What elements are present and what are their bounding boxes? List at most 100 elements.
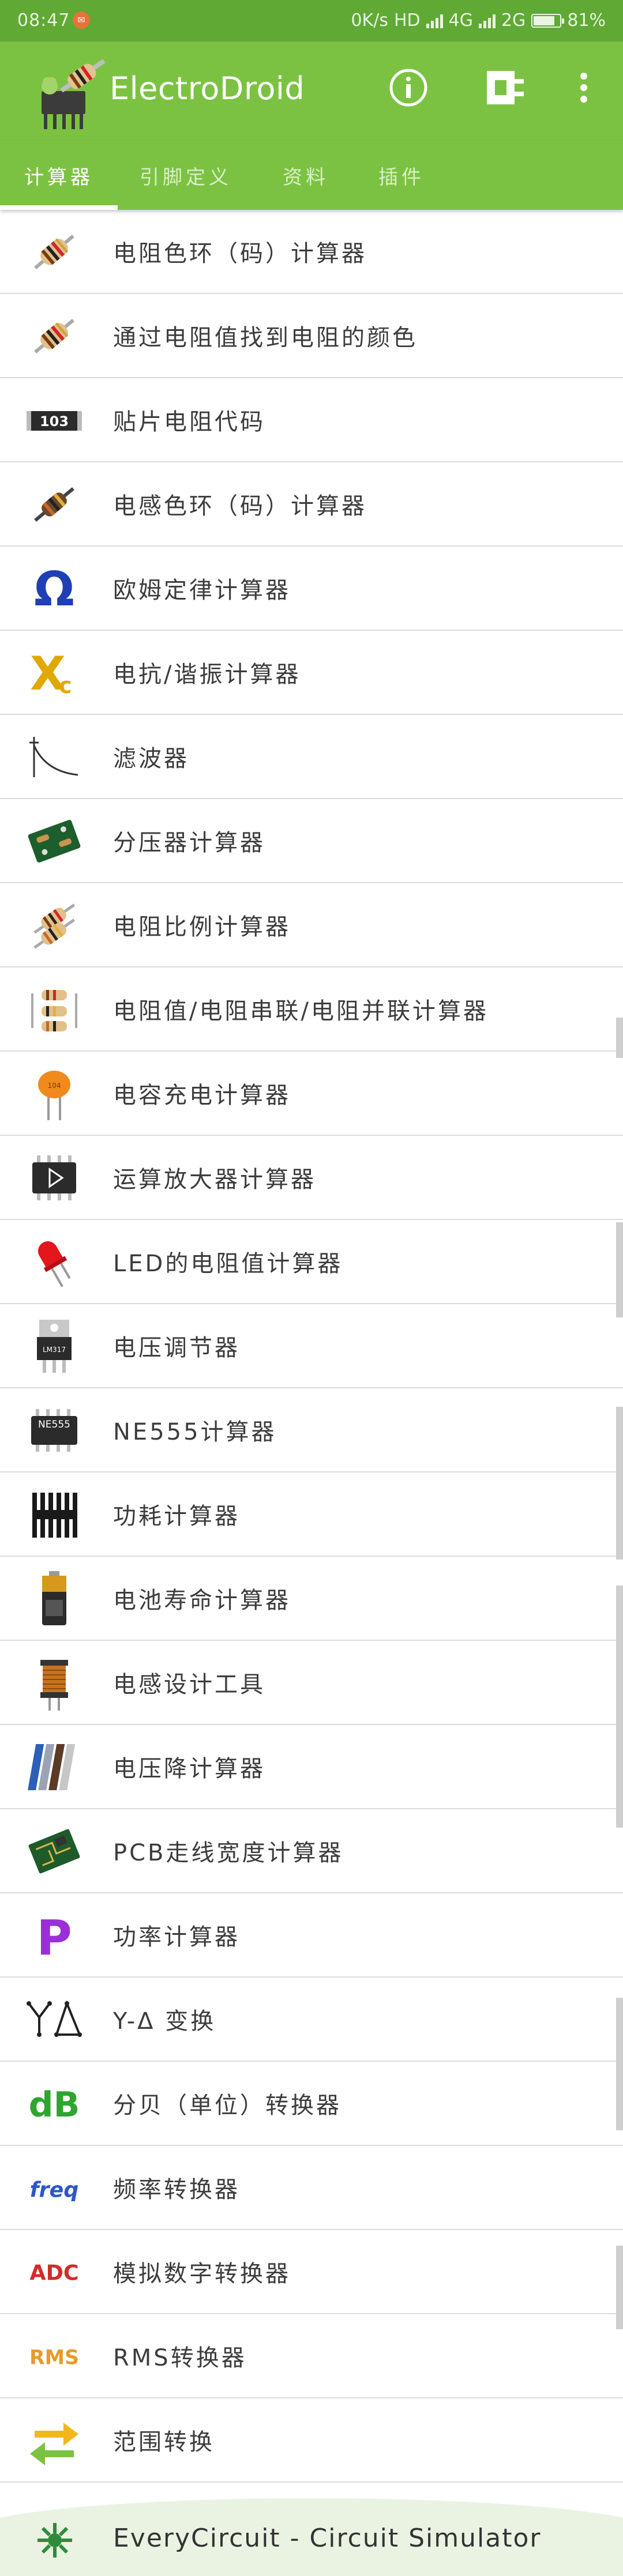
svg-text:c: c <box>59 673 72 698</box>
list-item[interactable]: 滤波器 <box>0 715 623 799</box>
list-item[interactable]: P 功率计算器 <box>0 1893 623 1978</box>
svg-text:dB: dB <box>29 2085 80 2125</box>
list-item[interactable]: 104 电容充电计算器 <box>0 1052 623 1136</box>
tab-indicator <box>0 205 118 210</box>
smd-resistor-icon: 103 <box>25 391 83 449</box>
list-item[interactable]: 分压器计算器 <box>0 799 623 883</box>
list-item-label: RMS转换器 <box>113 2345 247 2371</box>
list-item[interactable]: PCB走线宽度计算器 <box>0 1809 623 1893</box>
svg-text:RMS: RMS <box>29 2346 79 2369</box>
list-item[interactable]: 电阻比例计算器 <box>0 883 623 967</box>
status-right: 0K/s HD 4G 2G 81% <box>351 10 606 31</box>
svg-text:P: P <box>36 1910 72 1961</box>
list-item[interactable]: LED的电阻值计算器 <box>0 1220 623 1304</box>
tab-calculators[interactable]: 计算器 <box>0 141 118 210</box>
list-item-label: 模拟数字转换器 <box>113 2261 291 2287</box>
svg-text:103: 103 <box>40 413 69 430</box>
list-item[interactable]: LM317 电压调节器 <box>0 1304 623 1388</box>
ne555-chip-icon: NE555 <box>25 1402 83 1459</box>
scrollbar-segment <box>616 1585 623 1828</box>
list-item[interactable]: NE555 NE555计算器 <box>0 1388 623 1472</box>
scrollbar-segment <box>616 1222 623 1317</box>
list-item[interactable]: dB 分贝（单位）转换器 <box>0 2062 623 2146</box>
resistor-icon <box>25 307 83 365</box>
network-2g: 2G <box>501 10 526 31</box>
list-item-label: PCB走线宽度计算器 <box>113 1840 344 1866</box>
app-title: ElectroDroid <box>110 70 305 107</box>
list-item[interactable]: ADC 模拟数字转换器 <box>0 2230 623 2314</box>
more-vert-icon <box>580 73 587 103</box>
list-item[interactable]: Y-Δ 变换 <box>0 1978 623 2062</box>
resistor-icon <box>25 223 83 281</box>
list-item[interactable]: freq 频率转换器 <box>0 2146 623 2230</box>
resistor-network-icon <box>25 981 83 1038</box>
opamp-chip-icon <box>25 1149 83 1207</box>
pcb-icon <box>25 1822 83 1880</box>
status-time: 08:47 <box>17 10 70 31</box>
list-item-label: 滤波器 <box>113 745 189 772</box>
info-button[interactable] <box>385 65 431 111</box>
heatsink-icon <box>25 1486 83 1543</box>
list-item[interactable]: Ω 欧姆定律计算器 <box>0 547 623 631</box>
app-logo-icon <box>42 59 106 129</box>
list-item-label: 运算放大器计算器 <box>113 1166 316 1193</box>
network-4g: 4G <box>448 10 473 31</box>
wire-icon <box>25 1738 83 1796</box>
list-item[interactable]: 103 贴片电阻代码 <box>0 378 623 462</box>
list-item-label: 电池寿命计算器 <box>113 1587 291 1614</box>
svg-text:LM317: LM317 <box>43 1346 66 1354</box>
power-p-icon: P <box>25 1907 83 1964</box>
voltage-regulator-icon: LM317 <box>25 1317 83 1375</box>
list-item[interactable]: 功耗计算器 <box>0 1472 623 1557</box>
tab-resources[interactable]: 资料 <box>254 141 358 210</box>
list-item-label: 频率转换器 <box>113 2176 240 2203</box>
list-item-label: 电压调节器 <box>113 1335 240 1361</box>
tab-plugins[interactable]: 插件 <box>350 141 453 210</box>
list-item[interactable]: 电池寿命计算器 <box>0 1557 623 1641</box>
more-button[interactable] <box>561 65 607 111</box>
scrollbar-segment <box>616 2246 623 2329</box>
rms-icon: RMS <box>25 2328 83 2385</box>
signal-icon <box>478 13 496 28</box>
svg-text:ADC: ADC <box>29 2260 78 2285</box>
list-item-label: 电感色环（码）计算器 <box>113 493 367 519</box>
list-item-label: LED的电阻值计算器 <box>113 1251 343 1277</box>
calculator-list: 电阻色环（码）计算器 通过电阻值找到电阻的颜色 103 贴片电阻代码电感色环（码）计算… <box>0 210 623 2483</box>
list-item-label: 电抗/谐振计算器 <box>113 661 301 688</box>
battery-icon <box>25 1570 83 1628</box>
svg-text:NE555: NE555 <box>38 1419 70 1430</box>
tab-pinouts[interactable]: 引脚定义 <box>128 141 243 210</box>
list-item[interactable]: 范围转换 <box>0 2398 623 2483</box>
scrollbar-segment <box>616 1407 623 1560</box>
battery-icon <box>531 13 565 28</box>
everycircuit-icon <box>37 2523 72 2558</box>
list-item[interactable]: RMS RMS转换器 <box>0 2314 623 2398</box>
reactance-icon: Xc <box>25 644 83 702</box>
signal-icon <box>426 13 443 28</box>
list-item[interactable]: 通过电阻值找到电阻的颜色 <box>0 294 623 378</box>
notification-icon: ✉ <box>73 12 90 29</box>
info-icon <box>389 69 427 107</box>
list-item[interactable]: 电感设计工具 <box>0 1641 623 1725</box>
list-item[interactable]: 电压降计算器 <box>0 1725 623 1809</box>
list-item-label: 电容充电计算器 <box>113 1082 291 1109</box>
list-item-label: 范围转换 <box>113 2429 215 2456</box>
tab-bar: 计算器 引脚定义 资料 插件 <box>0 141 623 210</box>
capacitor-icon: 104 <box>25 1065 83 1123</box>
coil-icon <box>25 1654 83 1712</box>
promo-footer[interactable]: EveryCircuit - Circuit Simulator <box>0 2498 623 2576</box>
list-item[interactable]: 电阻色环（码）计算器 <box>0 210 623 294</box>
adc-icon: ADC <box>25 2243 83 2301</box>
list-item-label: 分贝（单位）转换器 <box>113 2092 341 2119</box>
inductor-icon <box>25 476 83 533</box>
list-item-label: 功率计算器 <box>113 1924 240 1950</box>
battery-percent: 81% <box>567 10 606 31</box>
list-item-label: 分压器计算器 <box>113 830 265 856</box>
list-item[interactable]: 电阻值/电阻串联/电阻并联计算器 <box>0 967 623 1052</box>
list-item[interactable]: Xc 电抗/谐振计算器 <box>0 631 623 715</box>
plugin-button[interactable] <box>482 65 528 111</box>
list-item-label: 电阻值/电阻串联/电阻并联计算器 <box>113 998 489 1025</box>
list-item[interactable]: 电感色环（码）计算器 <box>0 462 623 547</box>
svg-text:104: 104 <box>48 1082 61 1090</box>
list-item[interactable]: 运算放大器计算器 <box>0 1136 623 1220</box>
